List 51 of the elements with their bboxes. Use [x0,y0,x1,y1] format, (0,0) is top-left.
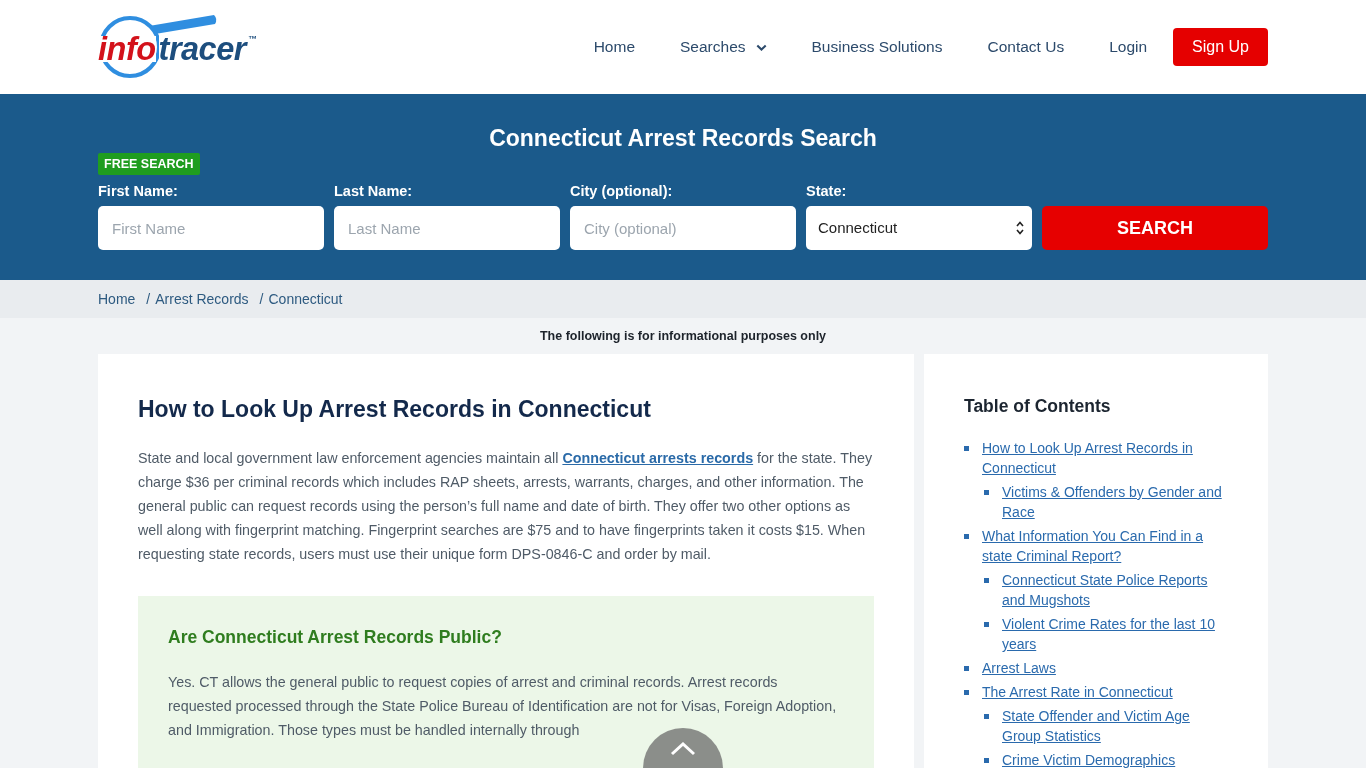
info-notice: The following is for informational purposes only [539,327,827,345]
bullet-icon [964,690,969,695]
field-label: State: [806,182,848,200]
toc-link[interactable]: Violent Crime Rates for the last 10 years [1002,614,1228,654]
bullet-icon [964,534,969,539]
logo[interactable]: infotracer™ [98,14,260,80]
state-select[interactable]: Connecticut [806,206,1032,250]
chevron-up-icon [670,742,696,756]
toc-link[interactable]: Victims & Offenders by Gender and Race [1002,482,1228,522]
toc-link[interactable]: Arrest Laws [982,658,1056,678]
nav-dropdown[interactable]: Searches [680,35,767,59]
free-search-badge: FREE SEARCH [98,153,200,175]
bullet-icon [964,666,969,671]
inline-link[interactable]: Connecticut arrests records [562,450,754,466]
field-label: First Name: [98,182,179,200]
nav-link[interactable]: Login [1109,35,1148,59]
toc-link[interactable]: The Arrest Rate in Connecticut [982,682,1173,702]
article-heading: How to Look Up Arrest Records in Connecticut [138,395,652,424]
bullet-icon [984,490,989,495]
breadcrumb-link[interactable]: Connecticut [268,288,343,310]
search-title: Connecticut Arrest Records Search [488,124,878,153]
chevron-down-icon [755,43,767,51]
up-down-chevron-icon [1016,221,1024,235]
breadcrumb-separator: / [259,289,264,309]
search-button[interactable]: SEARCH [1042,206,1268,250]
breadcrumb-separator: / [146,289,151,309]
toc-link[interactable]: State Offender and Victim Age Group Statistics [1002,706,1228,746]
callout-paragraph: Yes. CT allows the general public to request copies of arrest and criminal records. Arrest records requested processed through the State Police Bureau of Identification are not for Visas, Foreign Adoption, and Immigration. Those types must be handled internally through [168,673,838,740]
nav-link[interactable]: Home [593,35,635,59]
bullet-icon [964,446,969,451]
toc-link[interactable]: How to Look Up Arrest Records in Connecticut [982,438,1228,478]
toc-link[interactable]: Crime Victim Demographics [1002,750,1176,768]
breadcrumb-link[interactable]: Home [98,288,136,310]
field-label: Last Name: [334,182,414,200]
breadcrumb-link[interactable]: Arrest Records [155,288,249,310]
text-input[interactable]: City (optional) [570,206,796,250]
text-input[interactable]: Last Name [334,206,560,250]
field-label: City (optional): [570,182,674,200]
text-input[interactable]: First Name [98,206,324,250]
nav-link[interactable]: Contact Us [987,35,1065,59]
bullet-icon [984,622,989,627]
nav-link[interactable]: Business Solutions [811,35,943,59]
callout-heading: Are Connecticut Arrest Records Public? [168,626,503,649]
toc-title: Table of Contents [964,395,1112,418]
article-paragraph: State and local government law enforcement agencies maintain all Connecticut arrests records for the state. They charge $36 per criminal records which includes RAP sheets, arrests, warrants, charges, and other information. The general public can request records using the person’s full name and date of birth. They offer two other options as well along with fingerprint matching. Fingerprint searches are $75 and to have fingerprints taken it costs $15. When requesting state records, users must use their unique form DPS-0846-C and order by mail. [138,449,874,564]
toc-link[interactable]: Connecticut State Police Reports and Mugshots [1002,570,1228,610]
bullet-icon [984,578,989,583]
bullet-icon [984,758,989,763]
sign-up-button[interactable]: Sign Up [1173,28,1268,66]
bullet-icon [984,714,989,719]
toc-link[interactable]: What Information You Can Find in a state Criminal Report? [982,526,1228,566]
